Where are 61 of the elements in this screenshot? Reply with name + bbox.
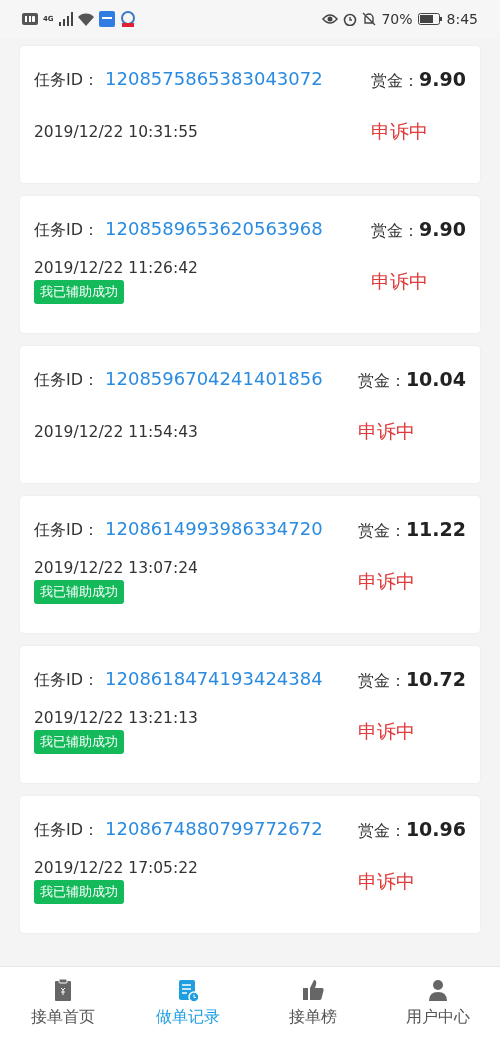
task-status: 申诉中 bbox=[371, 118, 430, 144]
task-status: 申诉中 bbox=[357, 418, 416, 444]
task-card[interactable]: 任务ID： 1208596704241401856 赏金：10.04 2019/12/22 11:54:43 申诉中 bbox=[20, 346, 480, 483]
assist-success-badge: 我已辅助成功 bbox=[34, 280, 124, 304]
task-time: 2019/12/22 11:54:43 bbox=[34, 422, 199, 441]
task-id-label: 任务ID： bbox=[34, 70, 100, 91]
signal-icon bbox=[58, 12, 73, 26]
task-id-label: 任务ID： bbox=[34, 520, 100, 541]
task-time: 2019/12/22 13:21:13 bbox=[34, 709, 199, 727]
clock-time: 8:45 bbox=[446, 11, 478, 27]
reward-amount: 11.22 bbox=[405, 518, 466, 540]
task-status: 申诉中 bbox=[357, 868, 416, 894]
task-status: 申诉中 bbox=[357, 568, 416, 594]
reward-amount: 9.90 bbox=[419, 68, 466, 90]
reward-amount: 10.04 bbox=[405, 368, 466, 390]
alarm-icon bbox=[343, 12, 358, 26]
battery-icon bbox=[417, 13, 442, 25]
task-card[interactable]: 任务ID： 1208575865383043072 赏金：9.90 2019/12/22 10:31:55 申诉中 bbox=[20, 46, 480, 183]
thumbs-up-icon bbox=[300, 977, 325, 1002]
reward-amount: 10.72 bbox=[405, 668, 466, 690]
assist-success-badge: 我已辅助成功 bbox=[34, 580, 124, 604]
tab[interactable]: 接单榜 bbox=[250, 967, 375, 1038]
task-card[interactable]: 任务ID： 1208674880799772672 赏金：10.96 2019/12/22 17:05:22 我已辅助成功 申诉中 bbox=[20, 796, 480, 933]
hd-icon bbox=[22, 13, 38, 25]
reward-label: 赏金： bbox=[357, 671, 406, 692]
task-time: 2019/12/22 17:05:22 bbox=[34, 859, 199, 877]
reward-label: 赏金： bbox=[371, 71, 420, 92]
task-status: 申诉中 bbox=[371, 268, 430, 294]
assist-success-badge: 我已辅助成功 bbox=[34, 730, 124, 754]
reward-amount: 9.90 bbox=[419, 218, 466, 240]
task-status: 申诉中 bbox=[357, 718, 416, 744]
task-id: 1208614993986334720 bbox=[105, 518, 323, 539]
reward-label: 赏金： bbox=[371, 221, 420, 242]
task-id-label: 任务ID： bbox=[34, 370, 100, 391]
reward-amount: 10.96 bbox=[405, 818, 466, 840]
battery-percent: 70% bbox=[381, 11, 413, 27]
task-id: 1208589653620563968 bbox=[105, 218, 323, 239]
eye-icon bbox=[322, 13, 339, 25]
task-time: 2019/12/22 11:26:42 bbox=[34, 259, 199, 277]
reward-label: 赏金： bbox=[357, 521, 406, 542]
app-icon bbox=[98, 11, 115, 27]
task-card[interactable]: 任务ID： 1208589653620563968 赏金：9.90 2019/12/22 11:26:42 我已辅助成功 申诉中 bbox=[20, 196, 480, 333]
task-id: 1208596704241401856 bbox=[105, 368, 323, 389]
tab[interactable]: 用户中心 bbox=[375, 967, 500, 1038]
task-id-label: 任务ID： bbox=[34, 820, 100, 841]
assist-success-badge: 我已辅助成功 bbox=[34, 880, 124, 904]
app-icon bbox=[119, 11, 136, 27]
bell-off-icon bbox=[362, 12, 377, 26]
task-id: 1208618474193424384 bbox=[105, 668, 323, 689]
task-id: 1208674880799772672 bbox=[105, 818, 323, 839]
task-card[interactable]: 任务ID： 1208618474193424384 赏金：10.72 2019/12/22 13:21:13 我已辅助成功 申诉中 bbox=[20, 646, 480, 783]
task-card[interactable]: 任务ID： 1208614993986334720 赏金：11.22 2019/12/22 13:07:24 我已辅助成功 申诉中 bbox=[20, 496, 480, 633]
reward-label: 赏金： bbox=[357, 371, 406, 392]
tab[interactable]: 接单首页 bbox=[0, 967, 125, 1038]
reward-label: 赏金： bbox=[357, 821, 406, 842]
task-id: 1208575865383043072 bbox=[105, 68, 323, 89]
task-time: 2019/12/22 13:07:24 bbox=[34, 559, 199, 577]
task-id-label: 任务ID： bbox=[34, 670, 100, 691]
wifi-icon bbox=[77, 12, 94, 26]
task-id-label: 任务ID： bbox=[34, 220, 100, 241]
task-time: 2019/12/22 10:31:55 bbox=[34, 122, 199, 141]
